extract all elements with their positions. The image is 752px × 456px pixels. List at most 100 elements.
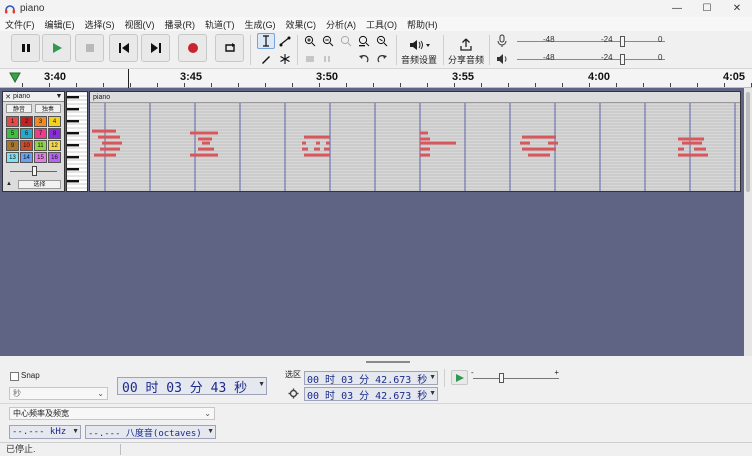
- velocity-slider[interactable]: [6, 166, 61, 177]
- menu-tools[interactable]: 工具(O): [361, 18, 402, 31]
- spectral-mode-dropdown[interactable]: 中心频率及频宽 ⌄: [9, 407, 215, 420]
- channel-button[interactable]: 1: [6, 116, 19, 127]
- menu-edit[interactable]: 编辑(E): [40, 18, 80, 31]
- selection-tool-button[interactable]: [257, 33, 275, 49]
- channel-button[interactable]: 9: [6, 140, 19, 151]
- channel-button[interactable]: 13: [6, 152, 19, 163]
- note-clip[interactable]: piano: [89, 91, 741, 192]
- title-bar: piano — ☐ ✕: [0, 0, 752, 17]
- channel-button[interactable]: 12: [48, 140, 61, 151]
- loop-button[interactable]: [215, 34, 244, 62]
- silence-audio-button[interactable]: [319, 51, 337, 67]
- menu-file[interactable]: 文件(F): [0, 18, 40, 31]
- snap-unit-dropdown[interactable]: 秒 ⌄: [9, 387, 108, 400]
- zoom-in-button[interactable]: [301, 33, 319, 49]
- selection-label: 选区: [285, 370, 301, 379]
- skip-to-start-button[interactable]: [109, 34, 138, 62]
- mute-button[interactable]: 静音: [6, 104, 32, 113]
- record-volume-slider[interactable]: -48 -24 0: [517, 35, 665, 48]
- stop-button[interactable]: [75, 34, 104, 62]
- menu-analyze[interactable]: 分析(A): [321, 18, 361, 31]
- fit-selection-button[interactable]: [337, 33, 355, 49]
- channel-button[interactable]: 5: [6, 128, 19, 139]
- speed-slider-thumb[interactable]: [499, 373, 504, 383]
- selection-toolbar: Snap 秒 ⌄ 00 时 03 分 43 秒 ▼ 选区 00 时 03 分 4…: [0, 356, 752, 442]
- track-workspace[interactable]: ✕ piano ▼ 静音 独奏 1 2 3 4 5 6 7 8 9 10 11 12 13 14 15 16 …: [0, 88, 744, 356]
- channel-button[interactable]: 14: [20, 152, 33, 163]
- playback-speed-slider[interactable]: - +: [471, 368, 561, 387]
- selection-end-control[interactable]: 00 时 03 分 42.673 秒 ▼: [304, 387, 438, 402]
- multi-tool-button[interactable]: [276, 51, 294, 67]
- trim-outside-button[interactable]: [301, 51, 319, 67]
- menu-transport[interactable]: 播录(R): [160, 18, 201, 31]
- channel-button[interactable]: 7: [34, 128, 47, 139]
- gear-icon[interactable]: [288, 388, 299, 399]
- play-button[interactable]: [42, 34, 71, 62]
- maximize-button[interactable]: ☐: [692, 0, 722, 17]
- center-frequency-control[interactable]: --.--- kHz ▼: [9, 425, 81, 439]
- clip-title[interactable]: piano: [90, 92, 740, 103]
- track-menu-icon[interactable]: ▼: [54, 93, 64, 100]
- collapse-track-icon[interactable]: ▲: [6, 181, 12, 187]
- ruler-tick: [103, 83, 104, 87]
- chevron-down-icon: ▼: [429, 390, 436, 397]
- track-name[interactable]: piano: [13, 93, 54, 100]
- timeline-ruler[interactable]: 3:40 3:45 3:50 3:55 4:00 4:05: [0, 69, 752, 88]
- share-audio-button[interactable]: 分享音频: [447, 33, 485, 66]
- ruler-tick: [643, 83, 644, 87]
- share-audio-label: 分享音频: [447, 55, 484, 65]
- audio-settings-label: 音频设置: [400, 55, 437, 65]
- record-volume-thumb[interactable]: [620, 36, 625, 47]
- audio-settings-button[interactable]: 音频设置: [400, 33, 438, 66]
- pause-button[interactable]: [11, 34, 40, 62]
- zoom-out-button[interactable]: [319, 33, 337, 49]
- selection-start-value: 00 时 03 分 42.673 秒: [307, 374, 428, 386]
- play-head-icon[interactable]: [9, 72, 21, 83]
- menu-effect[interactable]: 效果(C): [281, 18, 322, 31]
- menu-select[interactable]: 选择(S): [80, 18, 120, 31]
- select-track-button[interactable]: 选择: [17, 179, 61, 189]
- snap-checkbox[interactable]: [10, 372, 19, 381]
- channel-button[interactable]: 11: [34, 140, 47, 151]
- microphone-icon[interactable]: [496, 34, 508, 48]
- channel-button[interactable]: 15: [34, 152, 47, 163]
- channel-button[interactable]: 8: [48, 128, 61, 139]
- channel-button[interactable]: 3: [34, 116, 47, 127]
- bandwidth-value: --.--- 八度音(octaves): [88, 428, 202, 439]
- minimize-button[interactable]: —: [662, 0, 692, 17]
- playback-volume-thumb[interactable]: [620, 54, 625, 65]
- record-button[interactable]: [178, 34, 207, 62]
- ruler-tick: [346, 83, 347, 87]
- audio-position-control[interactable]: 00 时 03 分 43 秒 ▼: [117, 377, 267, 396]
- channel-button[interactable]: 16: [48, 152, 61, 163]
- menu-help[interactable]: 帮助(H): [402, 18, 443, 31]
- solo-button[interactable]: 独奏: [35, 104, 61, 113]
- envelope-tool-button[interactable]: [276, 33, 294, 49]
- zoom-toggle-button[interactable]: [373, 33, 391, 49]
- playback-volume-slider[interactable]: -48 -24 0: [517, 53, 665, 66]
- channel-button[interactable]: 6: [20, 128, 33, 139]
- bandwidth-control[interactable]: --.--- 八度音(octaves) ▼: [85, 425, 216, 439]
- close-button[interactable]: ✕: [722, 0, 752, 17]
- redo-icon: [377, 55, 387, 63]
- close-track-button[interactable]: ✕: [3, 93, 13, 101]
- redo-button[interactable]: [373, 51, 391, 67]
- channel-button[interactable]: 4: [48, 116, 61, 127]
- vertical-scrollbar[interactable]: [744, 88, 752, 356]
- menu-tracks[interactable]: 轨道(T): [200, 18, 240, 31]
- ruler-label: 3:50: [316, 71, 339, 83]
- menu-view[interactable]: 视图(V): [120, 18, 160, 31]
- audio-position-value: 00 时 03 分 43 秒: [122, 380, 248, 396]
- selection-start-control[interactable]: 00 时 03 分 42.673 秒 ▼: [304, 371, 438, 386]
- speaker-volume-icon[interactable]: [496, 52, 508, 66]
- channel-button[interactable]: 10: [20, 140, 33, 151]
- channel-button[interactable]: 2: [20, 116, 33, 127]
- draw-tool-button[interactable]: [257, 51, 275, 67]
- snap-label: Snap: [21, 371, 40, 380]
- fit-project-button[interactable]: [355, 33, 373, 49]
- skip-to-end-button[interactable]: [141, 34, 170, 62]
- resize-grip[interactable]: [366, 361, 410, 363]
- menu-generate[interactable]: 生成(G): [240, 18, 281, 31]
- undo-button[interactable]: [355, 51, 373, 67]
- play-at-speed-button[interactable]: [451, 370, 468, 385]
